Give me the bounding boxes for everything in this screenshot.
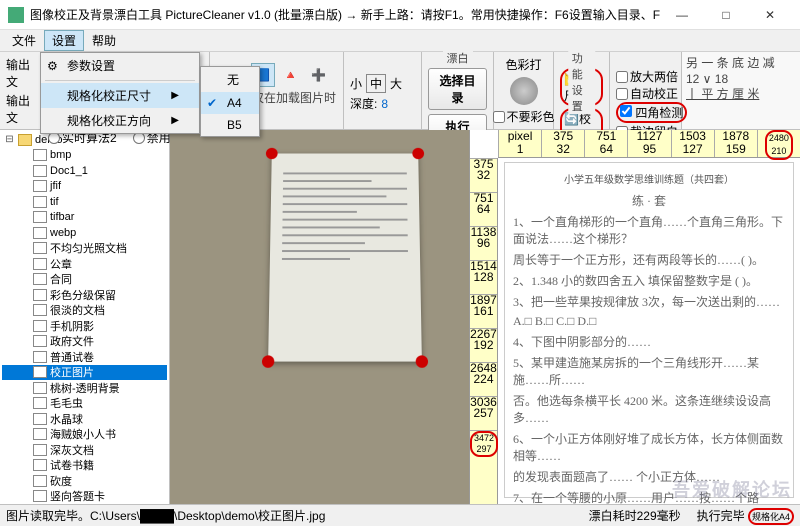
tree-item[interactable]: 很淡的文档 (2, 303, 167, 319)
bleach-group-label: 漂白 (443, 50, 473, 66)
status-exec: 执行完毕 规格化A4 (697, 507, 794, 525)
cornerdet-checkbox[interactable]: 四角检测 (616, 102, 675, 123)
colorprint-label: 色彩打 (505, 56, 541, 73)
tree-item[interactable]: Doc1_1 (2, 163, 167, 179)
autocorr-checkbox[interactable]: 自动校正 (616, 85, 675, 102)
window-title: 图像校正及背景漂白工具 PictureCleaner v1.0 (批量漂白版) … (30, 6, 660, 23)
depth-label: 深度: (350, 95, 377, 112)
tree-item[interactable]: 不均匀光照文档 (2, 241, 167, 257)
minimize-button[interactable]: — (660, 1, 704, 29)
title-bar: 图像校正及背景漂白工具 PictureCleaner v1.0 (批量漂白版) … (0, 0, 800, 30)
menu-file[interactable]: 文件 (4, 30, 44, 51)
func-group-label: 功能设置 (568, 50, 596, 114)
handwriting-preview: 另 一 条 底 边 减 12 ∨ 18 丨 平 方 厘 米 (682, 52, 800, 129)
size-m[interactable]: 中 (366, 74, 386, 93)
tree-item[interactable]: 海贼娘小人书 (2, 427, 167, 443)
tree-item[interactable]: bmp (2, 148, 167, 164)
file-tree[interactable]: ⊟demobmpDoc1_1jfiftiftifbarwebp不均匀光照文档公章… (0, 130, 170, 504)
preview-area: pixel13753275164112795150312718781592480… (170, 130, 800, 504)
size-submenu: 无 ✔A4 B5 (200, 66, 260, 137)
tree-item[interactable]: 毛毛虫 (2, 396, 167, 412)
preproc-icon4[interactable]: ➕ (307, 63, 331, 87)
tree-item[interactable]: 试卷书籍 (2, 458, 167, 474)
preproc-icon3[interactable]: 🔺 (279, 63, 303, 87)
menu-param-settings[interactable]: ⚙参数设置 (41, 53, 199, 78)
color-swatch[interactable] (510, 77, 538, 105)
submenu-a4[interactable]: ✔A4 (201, 92, 259, 114)
output-label2: 输出文 (6, 92, 35, 126)
tree-item[interactable]: 竖向答题卡 (2, 489, 167, 505)
tree-item[interactable]: 校正图片 (2, 365, 167, 381)
tree-item[interactable]: 公章 (2, 256, 167, 272)
menu-bar: 文件 设置 帮助 (0, 30, 800, 52)
tree-item[interactable]: 水晶球 (2, 411, 167, 427)
original-pane[interactable] (170, 130, 470, 504)
depth-value: 8 (381, 97, 388, 111)
tree-item[interactable]: tifbar (2, 210, 167, 226)
menu-settings[interactable]: 设置 (44, 30, 84, 51)
menu-norm-dir[interactable]: 规格化校正方向▶ (41, 108, 199, 133)
main-area: ⊟demobmpDoc1_1jfiftiftifbarwebp不均匀光照文档公章… (0, 130, 800, 504)
tree-item[interactable]: 彩色分级保留 (2, 287, 167, 303)
ruler-horizontal: pixel13753275164112795150312718781592480… (498, 130, 800, 158)
tree-item[interactable]: tif (2, 194, 167, 210)
ruler-vertical: 3753275164113896151412818971612267192264… (470, 158, 498, 504)
size-s[interactable]: 小 (350, 75, 362, 92)
result-document: 小学五年级数学思维训练题（共四套） 练 · 套 1、一个直角梯形的一个直角……个… (504, 162, 794, 498)
status-time: 漂白耗时229毫秒 (589, 507, 681, 524)
tree-item[interactable]: webp (2, 225, 167, 241)
maximize-button[interactable]: □ (704, 1, 748, 29)
tree-item[interactable]: 政府文件 (2, 334, 167, 350)
select-dir-button[interactable]: 选择目录 (428, 68, 487, 110)
status-path: 图片读取完毕。C:\Users\████\Desktop\demo\校正图片.j… (6, 507, 325, 524)
menu-norm-size[interactable]: 规格化校正尺寸▶ (41, 83, 199, 108)
size-l[interactable]: 大 (390, 75, 402, 92)
close-button[interactable]: ✕ (748, 1, 792, 29)
tree-item[interactable]: 桃树-透明背景 (2, 380, 167, 396)
output-label: 输出文 (6, 56, 35, 90)
tree-item[interactable]: 普通试卷 (2, 349, 167, 365)
tree-item[interactable]: jfif (2, 179, 167, 195)
status-bar: 图片读取完毕。C:\Users\████\Desktop\demo\校正图片.j… (0, 504, 800, 526)
tree-item[interactable]: 手机阴影 (2, 318, 167, 334)
tree-item[interactable]: 深灰文档 (2, 442, 167, 458)
result-pane[interactable]: pixel13753275164112795150312718781592480… (470, 130, 800, 504)
submenu-none[interactable]: 无 (201, 67, 259, 92)
zoom2x-checkbox[interactable]: 放大两倍 (616, 68, 675, 85)
menu-help[interactable]: 帮助 (84, 30, 124, 51)
original-paper (268, 153, 422, 361)
submenu-b5[interactable]: B5 (201, 114, 259, 136)
app-icon (8, 7, 24, 23)
nocolor-checkbox[interactable]: 不要彩色 (493, 108, 555, 125)
tree-item[interactable]: 砍度 (2, 473, 167, 489)
settings-dropdown: ⚙参数设置 规格化校正尺寸▶ 规格化校正方向▶ (40, 52, 200, 134)
tree-item[interactable]: 合同 (2, 272, 167, 288)
